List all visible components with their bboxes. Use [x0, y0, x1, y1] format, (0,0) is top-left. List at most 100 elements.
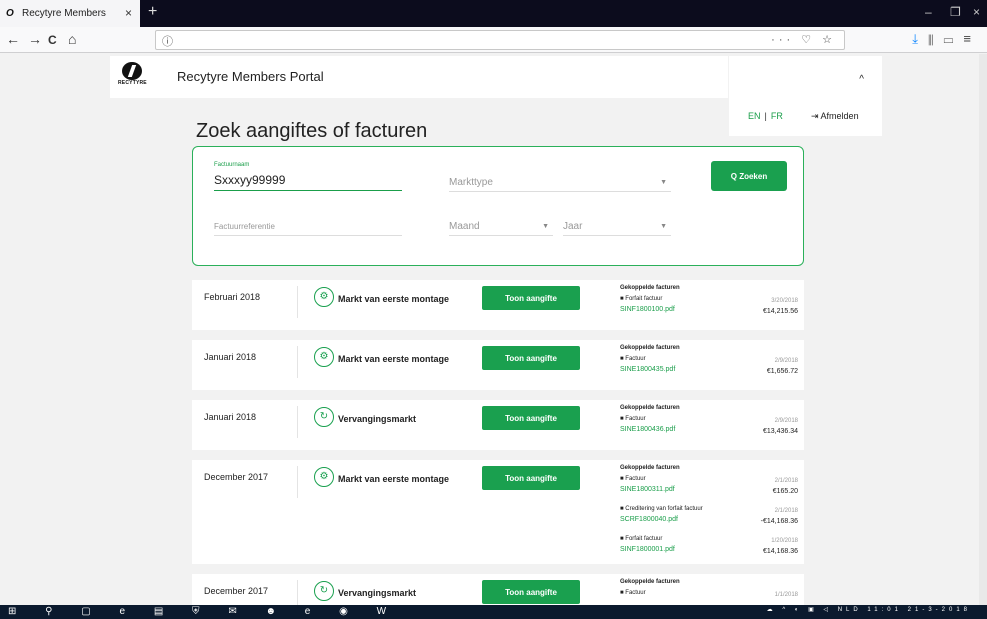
- result-card: December 2017 ⚙ Markt van eerste montage…: [192, 460, 804, 564]
- sidebar-icon[interactable]: ▭: [944, 31, 964, 46]
- result-market: Markt van eerste montage: [338, 354, 450, 364]
- linked-invoices-title: Gekoppelde facturen: [620, 579, 680, 585]
- lang-separator: |: [764, 111, 767, 121]
- library-icon[interactable]: ⫴: [928, 31, 943, 46]
- market-type-placeholder: Markttype: [449, 177, 493, 188]
- recytyre-logo[interactable]: RECYTYRE: [118, 62, 148, 92]
- browser-tab-bar: O Recytyre Members × + – ❐ ×: [0, 0, 987, 27]
- invoice-file-link[interactable]: SINE1800311.pdf: [620, 486, 675, 493]
- invoice-date: 3/20/2018: [771, 298, 798, 304]
- close-window-icon[interactable]: ×: [973, 5, 980, 19]
- recytyre-logo-icon: [122, 62, 142, 80]
- result-card: Januari 2018 ↻ Vervangingsmarkt Toon aan…: [192, 400, 804, 450]
- result-card: December 2017 ↻ Vervangingsmarkt Toon aa…: [192, 574, 804, 605]
- invoice-item: Factuur SINE1800435.pdf 2/9/2018 €1,656.…: [620, 356, 798, 384]
- show-declaration-button[interactable]: Toon aangifte: [482, 346, 580, 370]
- invoice-date: 2/9/2018: [774, 358, 798, 364]
- invoice-item: Factuur 1/1/2018: [620, 590, 798, 605]
- result-card: Januari 2018 ⚙ Markt van eerste montage …: [192, 340, 804, 390]
- linked-invoices-title: Gekoppelde facturen: [620, 405, 680, 411]
- invoice-item: Forfait factuur SINF1800100.pdf 3/20/201…: [620, 296, 798, 324]
- show-declaration-button[interactable]: Toon aangifte: [482, 466, 580, 490]
- invoice-item: Forfait factuur SINF1800001.pdf 1/20/201…: [620, 536, 798, 564]
- show-declaration-button[interactable]: Toon aangifte: [482, 286, 580, 310]
- download-icon[interactable]: ⤓: [912, 31, 928, 46]
- restore-icon[interactable]: ❐: [950, 5, 961, 19]
- account-menu: ^ EN | FR ⇥ Afmelden: [729, 56, 882, 136]
- invoice-amount: €1,656.72: [766, 368, 798, 375]
- windows-taskbar: ⊞ ⚲ ▢ e ▤ ⛨ ✉ ☻ e ◉ W ☁ ^ ◐ ▣ ◁ NLD 11:0…: [0, 605, 987, 619]
- chevron-up-icon[interactable]: ^: [859, 74, 864, 85]
- chevron-down-icon: ▼: [542, 223, 549, 230]
- recytyre-favicon-icon: O: [6, 8, 14, 19]
- forward-icon[interactable]: →: [28, 31, 42, 47]
- invoice-file-link[interactable]: SINE1800435.pdf: [620, 366, 675, 373]
- clock-date[interactable]: 21-3-2018: [908, 607, 971, 613]
- invoice-type: Factuur: [620, 476, 645, 482]
- invoice-type: Factuur: [620, 416, 645, 422]
- invoice-type: Factuur: [620, 590, 645, 596]
- linked-invoices-title: Gekoppelde facturen: [620, 345, 680, 351]
- page-scrollbar[interactable]: [979, 54, 987, 605]
- lang-en-link[interactable]: EN: [748, 111, 761, 121]
- show-declaration-button[interactable]: Toon aangifte: [482, 580, 580, 604]
- invoice-type: Factuur: [620, 356, 645, 362]
- invoice-item: Factuur SINE1800311.pdf 2/1/2018 €165.20: [620, 476, 798, 504]
- logout-link[interactable]: ⇥ Afmelden: [811, 111, 859, 122]
- invoice-amount: €13,436.34: [762, 428, 798, 435]
- page-actions-icon[interactable]: ··· ♡ ☆: [771, 33, 836, 46]
- result-divider: [297, 406, 298, 438]
- new-tab-icon[interactable]: +: [148, 3, 157, 21]
- menu-icon[interactable]: ≡: [963, 31, 981, 46]
- linked-invoices-title: Gekoppelde facturen: [620, 465, 680, 471]
- show-declaration-button[interactable]: Toon aangifte: [482, 406, 580, 430]
- tab-close-icon[interactable]: ×: [125, 6, 132, 20]
- browser-tab[interactable]: O Recytyre Members ×: [0, 0, 140, 27]
- taskbar-app-icons[interactable]: ⊞ ⚲ ▢ e ▤ ⛨ ✉ ☻ e ◉ W: [8, 606, 399, 617]
- back-icon[interactable]: ←: [6, 31, 20, 47]
- result-period: Januari 2018: [204, 412, 257, 422]
- invoice-file-link[interactable]: SCRF1800040.pdf: [620, 516, 678, 523]
- result-period: December 2017: [204, 586, 269, 596]
- lang-fr-link[interactable]: FR: [771, 111, 783, 121]
- tray-icons[interactable]: ☁ ^ ◐ ▣ ◁ NLD: [767, 607, 862, 613]
- invoice-date: 1/1/2018: [774, 592, 798, 598]
- invoice-name-input[interactable]: Sxxxyy99999: [214, 173, 402, 191]
- url-bar[interactable]: ⓘ ··· ♡ ☆: [155, 30, 845, 50]
- linked-invoices-title: Gekoppelde facturen: [620, 285, 680, 291]
- browser-nav-bar: ← → C ⌂ ⓘ ··· ♡ ☆ ⤓⫴▭≡: [0, 27, 987, 53]
- search-panel: Factuurnaam Sxxxyy99999 Markttype ▼ Q Zo…: [192, 146, 804, 266]
- result-market: Markt van eerste montage: [338, 474, 450, 484]
- invoice-file-link[interactable]: SINF1800001.pdf: [620, 546, 675, 553]
- first-assembly-market-icon: ⚙: [314, 467, 334, 487]
- invoice-type: Forfait factuur: [620, 296, 662, 302]
- reload-icon[interactable]: C: [48, 33, 57, 47]
- tab-title: Recytyre Members: [22, 8, 106, 19]
- market-type-select[interactable]: Markttype ▼: [449, 177, 671, 192]
- invoice-amount: €165.20: [772, 488, 798, 495]
- logout-icon: ⇥: [811, 111, 821, 121]
- year-select[interactable]: Jaar ▼: [563, 221, 671, 236]
- page-title: Zoek aangiftes of facturen: [196, 120, 428, 142]
- invoice-type: Creditering van forfait factuur: [620, 506, 702, 512]
- invoice-item: Creditering van forfait factuur SCRF1800…: [620, 506, 798, 534]
- minimize-icon[interactable]: –: [925, 5, 932, 19]
- search-button[interactable]: Q Zoeken: [711, 161, 787, 191]
- month-select[interactable]: Maand ▼: [449, 221, 553, 236]
- system-tray: ☁ ^ ◐ ▣ ◁ NLD 11:01 21-3-2018: [767, 606, 971, 613]
- invoice-date: 2/1/2018: [774, 478, 798, 484]
- site-info-icon[interactable]: ⓘ: [162, 33, 173, 49]
- invoice-file-link[interactable]: SINF1800100.pdf: [620, 306, 675, 313]
- invoice-file-link[interactable]: SINE1800436.pdf: [620, 426, 675, 433]
- portal-title: Recytyre Members Portal: [177, 69, 324, 84]
- replacement-market-icon: ↻: [314, 407, 334, 427]
- home-icon[interactable]: ⌂: [68, 31, 76, 47]
- result-period: December 2017: [204, 472, 269, 482]
- year-placeholder: Jaar: [563, 221, 583, 232]
- portal-header: RECYTYRE Recytyre Members Portal: [110, 56, 728, 98]
- invoice-reference-placeholder: Factuurreferentie: [214, 222, 275, 231]
- invoice-reference-input[interactable]: Factuurreferentie: [214, 221, 402, 236]
- invoice-type: Forfait factuur: [620, 536, 662, 542]
- invoice-item: Factuur SINE1800436.pdf 2/9/2018 €13,436…: [620, 416, 798, 444]
- clock-time[interactable]: 11:01: [867, 607, 902, 613]
